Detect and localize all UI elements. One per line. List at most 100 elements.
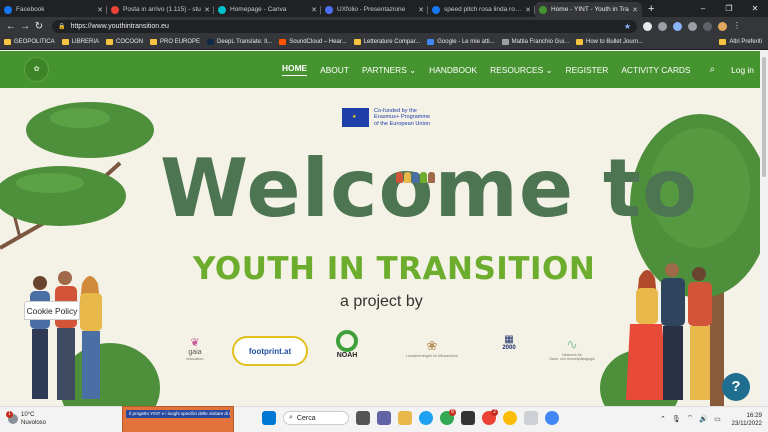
partner-logo-2000[interactable]: ▦ 2000	[494, 334, 524, 351]
nav-item[interactable]: RESOURCES ⌄	[490, 65, 552, 75]
store-icon[interactable]	[461, 411, 475, 425]
bookmark-item[interactable]: SoundCloud – Hear...	[279, 39, 347, 45]
scrollbar-thumb[interactable]	[762, 57, 766, 177]
maximize-icon[interactable]: ❐	[716, 0, 742, 17]
bookmark-list: GEOPOLITICA LIBRERIA COCOON PRO EUROPE DeepL…	[4, 39, 650, 45]
close-tab-icon[interactable]: ✕	[204, 6, 210, 14]
url-bar[interactable]: 🔒 https://www.youthintransition.eu ★	[52, 19, 637, 33]
nav-item[interactable]: REGISTER	[566, 65, 609, 75]
forward-icon[interactable]: →	[18, 21, 32, 32]
bookmark-label: Google - Le mie atti...	[437, 39, 495, 45]
volume-icon[interactable]: 🔊	[699, 415, 708, 423]
weather-widget[interactable]: 1 10°C Nuvoloso	[6, 411, 46, 427]
teams-icon[interactable]	[377, 411, 391, 425]
partner-logo-lokal[interactable]: ❀ Landsforeningen for Økosamfund	[387, 338, 477, 358]
weather-temp: 10°C	[21, 412, 35, 418]
browser-tab[interactable]: Posta in arrivo (1.115) - stu ✕	[107, 2, 214, 17]
bookmark-item[interactable]: LIBRERIA	[61, 39, 99, 45]
bookmark-item[interactable]: How to Bullet Journ...	[576, 39, 643, 45]
share-icon[interactable]	[673, 21, 682, 31]
bookmark-item[interactable]: Google - Le mie atti...	[427, 39, 495, 45]
partner-logo-netzwerk[interactable]: ∿ Netzwerk für Natur- und Umweltpädagogi…	[544, 336, 600, 361]
partner-logo-noah[interactable]: NOAH	[332, 330, 362, 359]
nav-item[interactable]: HANDBOOK	[429, 65, 477, 75]
extension-icon[interactable]	[658, 21, 667, 31]
menu-dots-icon[interactable]: ⋮	[733, 21, 741, 31]
bookmark-label: How to Bullet Journ...	[586, 39, 644, 45]
bookmark-icon	[576, 39, 583, 45]
bookmark-icon	[501, 39, 509, 45]
partner-logo-footprint[interactable]: footprint.at	[232, 336, 308, 366]
profile-avatar[interactable]	[718, 21, 727, 31]
microphone-icon[interactable]: 🎙	[672, 415, 681, 423]
bookmark-star-icon[interactable]: ★	[624, 22, 631, 31]
lock-icon[interactable]: 🔒	[58, 23, 65, 30]
back-icon[interactable]: ←	[4, 21, 18, 32]
partner-logo-gaia[interactable]: ❦ gaia education	[177, 336, 213, 361]
bookmark-item[interactable]: Mattia Franchio Gui...	[501, 39, 569, 45]
page-scrollbar[interactable]	[760, 51, 768, 406]
browser-tab[interactable]: Facebook ✕	[0, 2, 107, 17]
minimize-icon[interactable]: –	[690, 0, 716, 17]
mail-icon[interactable]: 2	[482, 409, 498, 425]
bookmark-label: SoundCloud – Hear...	[289, 39, 347, 45]
battery-icon[interactable]: ▭	[714, 415, 721, 423]
pinned-app-icon[interactable]	[524, 411, 538, 425]
folder-icon	[719, 39, 727, 45]
file-explorer-icon[interactable]	[398, 411, 412, 425]
browser-tab[interactable]: speed pitch rosa linda roma ✕	[428, 2, 535, 17]
close-window-icon[interactable]: ✕	[742, 0, 768, 17]
edge-icon[interactable]	[419, 411, 433, 425]
erasmus-cofunded-logo: ★ Co-funded by the Erasmus+ Programme of…	[342, 108, 430, 128]
reload-icon[interactable]: ↻	[32, 21, 46, 32]
bookmark-item[interactable]: PRO EUROPE	[150, 39, 200, 45]
close-tab-icon[interactable]: ✕	[311, 6, 317, 14]
search-icon[interactable]: ⌕	[710, 64, 716, 75]
mail-badge: 2	[491, 409, 498, 416]
login-link[interactable]: Log in	[731, 65, 754, 75]
chevron-up-icon[interactable]: ⌃	[660, 415, 666, 423]
google-lens-icon[interactable]	[643, 21, 652, 31]
site-logo[interactable]: ✿	[24, 57, 49, 82]
welcome-heading: Welcome to	[160, 142, 699, 235]
bookmark-item[interactable]: COCOON	[106, 39, 143, 45]
nav-item[interactable]: ABOUT	[320, 65, 349, 75]
preview-title: Il progetto YINT e i luoghi specifici de…	[126, 410, 230, 418]
taskbar-window-preview[interactable]: Il progetto YINT e i luoghi specifici de…	[122, 406, 234, 432]
clock-time: 16:29	[746, 412, 762, 419]
nav-item[interactable]: HOME	[282, 63, 308, 76]
close-tab-icon[interactable]: ✕	[418, 6, 424, 14]
wifi-icon[interactable]: ⌔	[687, 414, 694, 423]
bookmark-item[interactable]: DeepL Translate: Il...	[207, 39, 272, 45]
cookie-policy-button[interactable]: Cookie Policy	[24, 301, 80, 320]
meet-icon[interactable]	[545, 411, 559, 425]
chrome-profile-icon[interactable]	[503, 411, 517, 425]
windows-start-icon[interactable]	[262, 411, 276, 425]
nav-item[interactable]: ACTIVITY CARDS	[621, 65, 690, 75]
puzzle-icon[interactable]	[688, 21, 697, 31]
browser-tab[interactable]: UXfolio - Presentazione ✕	[321, 2, 428, 17]
task-view-icon[interactable]	[356, 411, 370, 425]
new-tab-button[interactable]: +	[642, 2, 660, 17]
close-tab-icon[interactable]: ✕	[525, 6, 531, 14]
bookmark-item[interactable]: GEOPOLITICA	[4, 39, 55, 45]
bookmark-label: COCOON	[116, 39, 144, 45]
tab-favicon-icon	[111, 5, 119, 14]
project-by-text: a project by	[340, 293, 423, 310]
address-bar-row: ← → ↻ 🔒 https://www.youthintransition.eu…	[0, 17, 768, 35]
browser-tab[interactable]: Homepage - Canva ✕	[214, 2, 321, 17]
bookmark-icon	[106, 39, 114, 45]
browser-tab[interactable]: Home - YINT - Youth in Tra ✕	[535, 2, 642, 17]
system-clock[interactable]: 16:29 23/11/2022	[722, 412, 762, 428]
sidebar-icon[interactable]	[703, 21, 712, 31]
chrome-badge: 8	[449, 409, 456, 416]
close-tab-icon[interactable]: ✕	[97, 6, 103, 14]
bookmark-item[interactable]: Letterature Compar...	[353, 39, 420, 45]
chrome-icon[interactable]: 8	[440, 409, 456, 425]
close-tab-icon[interactable]: ✕	[632, 6, 638, 14]
help-button[interactable]: ?	[722, 373, 750, 401]
windows-taskbar: 1 10°C Nuvoloso Il progetto YINT e i luo…	[0, 406, 768, 432]
other-bookmarks[interactable]: Altri Preferiti	[719, 39, 762, 45]
taskbar-search[interactable]: ⌕ Cerca	[283, 411, 349, 425]
nav-item[interactable]: PARTNERS ⌄	[362, 65, 416, 75]
